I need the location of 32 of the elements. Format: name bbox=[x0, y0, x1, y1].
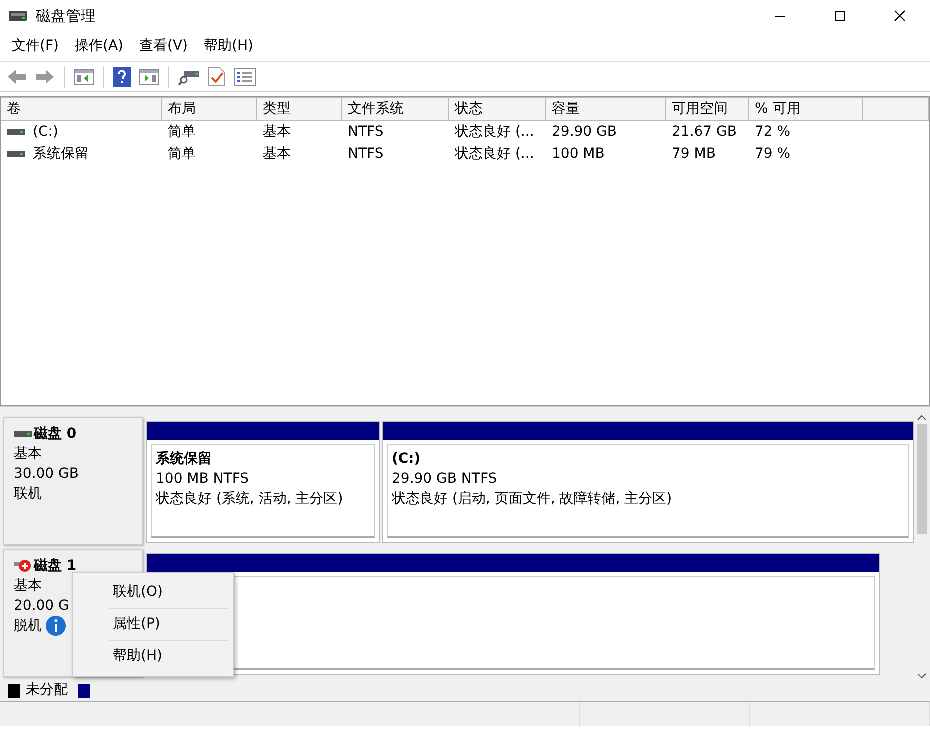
table-cell-text: 79 MB bbox=[671, 144, 717, 164]
table-cell-text: NTFS bbox=[347, 144, 385, 164]
disk-type: 基本 bbox=[14, 445, 42, 464]
table-cell-text: (C:) bbox=[33, 122, 58, 142]
table-cell-text: 72 % bbox=[754, 122, 792, 142]
table-cell-text: 基本 bbox=[262, 122, 292, 142]
table-cell-text: 状态良好 (... bbox=[454, 144, 536, 164]
disk-status: 联机 bbox=[14, 485, 42, 504]
legend-label: 未分配 bbox=[26, 681, 68, 700]
partition-size: 29.90 GB NTFS bbox=[392, 470, 498, 489]
disk-type: 基本 bbox=[14, 577, 42, 596]
disk-status: 脱机 bbox=[14, 617, 42, 636]
table-cell-text: 100 MB bbox=[551, 144, 606, 164]
table-cell-text: 29.90 GB bbox=[551, 122, 618, 142]
table-cell-text: NTFS bbox=[347, 122, 385, 142]
partition-status: 状态良好 (启动, 页面文件, 故障转储, 主分区) bbox=[392, 490, 674, 509]
table-cell-text: 79 % bbox=[754, 144, 792, 164]
partition-status: 状态良好 (系统, 活动, 主分区) bbox=[156, 490, 344, 509]
disk-name: 磁盘 1 bbox=[34, 557, 77, 576]
disk-size: 30.00 GB bbox=[14, 465, 79, 484]
partition-name: 系统保留 bbox=[156, 450, 213, 469]
window-title: 磁盘管理 bbox=[36, 6, 96, 27]
table-cell-text: 简单 bbox=[167, 122, 197, 142]
partition-size: 100 MB NTFS bbox=[156, 470, 250, 489]
disk-name: 磁盘 0 bbox=[34, 425, 77, 444]
table-cell-text: 基本 bbox=[262, 144, 292, 164]
table-cell-text: 简单 bbox=[167, 144, 197, 164]
partition-name: (C:) bbox=[392, 450, 422, 469]
table-cell-text: 状态良好 (... bbox=[454, 122, 536, 142]
table-cell-text: 21.67 GB bbox=[671, 122, 738, 142]
disk-size: 20.00 G bbox=[14, 597, 70, 616]
table-cell-text: 系统保留 bbox=[33, 144, 89, 164]
